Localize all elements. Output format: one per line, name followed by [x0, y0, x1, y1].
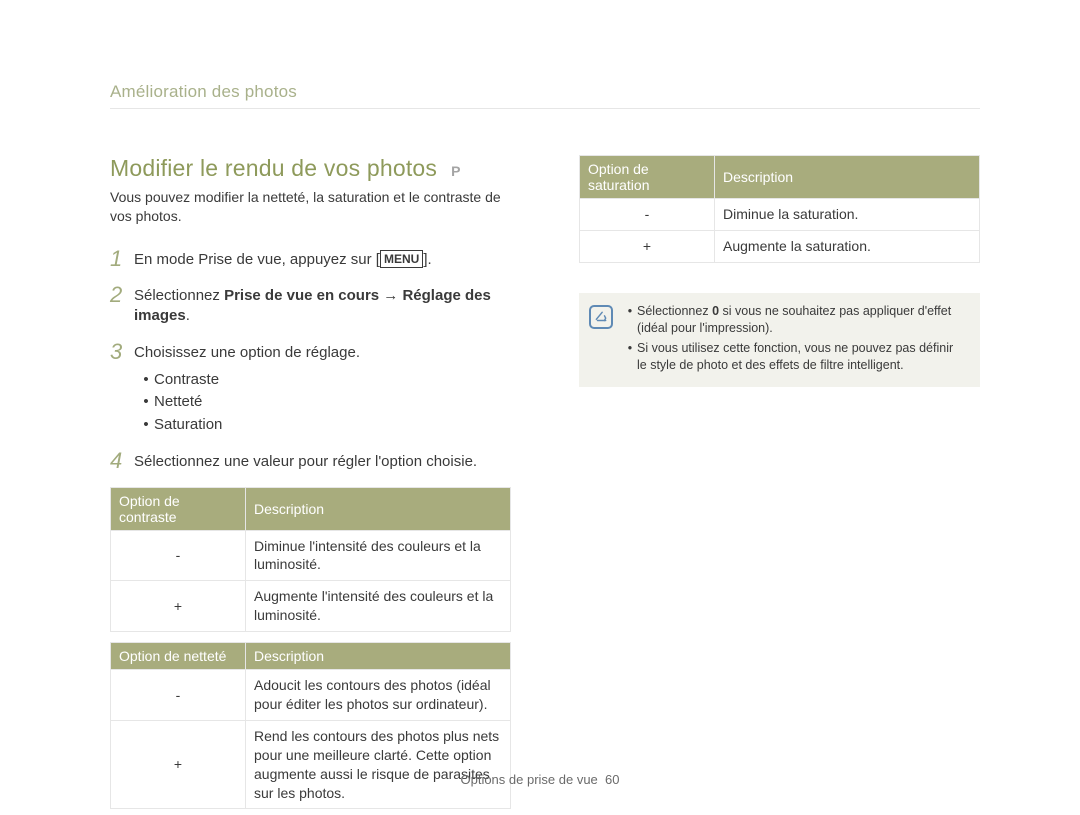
cell-option: - [111, 530, 246, 581]
bullet-dot: • [138, 369, 154, 392]
note-item: • Si vous utilisez cette fonction, vous … [623, 340, 966, 375]
bullet-contraste: Contraste [154, 369, 219, 392]
note-box: • Sélectionnez 0 si vous ne souhaitez pa… [579, 293, 980, 387]
bullet-dot: • [623, 303, 637, 338]
footer-page-number: 60 [605, 772, 619, 787]
step-3-text: Choisissez une option de réglage. [134, 343, 360, 363]
step-number: 1 [110, 248, 134, 270]
note-item: • Sélectionnez 0 si vous ne souhaitez pa… [623, 303, 966, 338]
cell-description: Augmente la saturation. [715, 230, 980, 262]
step-4-text: Sélectionnez une valeur pour régler l'op… [134, 450, 477, 472]
intro-text: Vous pouvez modifier la netteté, la satu… [110, 188, 511, 226]
footer-label: Options de prise de vue [460, 772, 597, 787]
title-text: Modifier le rendu de vos photos [110, 155, 437, 182]
note-1-pre: Sélectionnez [637, 304, 712, 318]
menu-key-icon: MENU [380, 250, 423, 268]
table-row: + Augmente l'intensité des couleurs et l… [111, 581, 511, 632]
mode-badge: P [451, 163, 461, 179]
cell-description: Rend les contours des photos plus nets p… [246, 720, 511, 809]
step-number: 4 [110, 450, 134, 472]
cell-option: + [111, 581, 246, 632]
step-2: 2 Sélectionnez Prise de vue en cours → R… [110, 284, 511, 327]
cell-description: Augmente l'intensité des couleurs et la … [246, 581, 511, 632]
cell-option: + [111, 720, 246, 809]
step-number: 3 [110, 341, 134, 363]
table-row: + Augmente la saturation. [580, 230, 980, 262]
contrast-table: Option de contraste Description - Diminu… [110, 487, 511, 633]
table-header-description: Description [246, 643, 511, 670]
page-footer: Options de prise de vue 60 [0, 772, 1080, 787]
note-2-text: Si vous utilisez cette fonction, vous ne… [637, 340, 966, 375]
table-header-description: Description [246, 487, 511, 530]
saturation-table: Option de saturation Description - Dimin… [579, 155, 980, 263]
cell-option: + [580, 230, 715, 262]
step-4: 4 Sélectionnez une valeur pour régler l'… [110, 450, 511, 472]
step-2-pre: Sélectionnez [134, 287, 224, 304]
cell-description: Adoucit les contours des photos (idéal p… [246, 670, 511, 721]
cell-description: Diminue la saturation. [715, 199, 980, 231]
table-row: - Adoucit les contours des photos (idéal… [111, 670, 511, 721]
note-icon [589, 305, 613, 329]
cell-description: Diminue l'intensité des couleurs et la l… [246, 530, 511, 581]
section-title: Modifier le rendu de vos photos P [110, 155, 511, 182]
left-column: Modifier le rendu de vos photos P Vous p… [110, 155, 511, 809]
table-header-option: Option de saturation [580, 156, 715, 199]
table-header-description: Description [715, 156, 980, 199]
step-1-post: ]. [423, 251, 431, 268]
right-column: Option de saturation Description - Dimin… [579, 155, 980, 809]
step-number: 2 [110, 284, 134, 306]
table-row: - Diminue l'intensité des couleurs et la… [111, 530, 511, 581]
step-1-pre: En mode Prise de vue, appuyez sur [ [134, 251, 380, 268]
table-row: + Rend les contours des photos plus nets… [111, 720, 511, 809]
table-row: - Diminue la saturation. [580, 199, 980, 231]
step-3: 3 Choisissez une option de réglage. •Con… [110, 341, 511, 437]
note-1-bold: 0 [712, 304, 719, 318]
bullet-dot: • [623, 340, 637, 375]
step-2-post: . [186, 307, 190, 324]
step-1: 1 En mode Prise de vue, appuyez sur [MEN… [110, 248, 511, 270]
cell-option: - [580, 199, 715, 231]
table-header-option: Option de contraste [111, 487, 246, 530]
bullet-dot: • [138, 414, 154, 437]
bullet-dot: • [138, 391, 154, 414]
bullet-nettete: Netteté [154, 391, 202, 414]
breadcrumb: Amélioration des photos [110, 82, 980, 109]
bullet-saturation: Saturation [154, 414, 222, 437]
cell-option: - [111, 670, 246, 721]
table-header-option: Option de netteté [111, 643, 246, 670]
